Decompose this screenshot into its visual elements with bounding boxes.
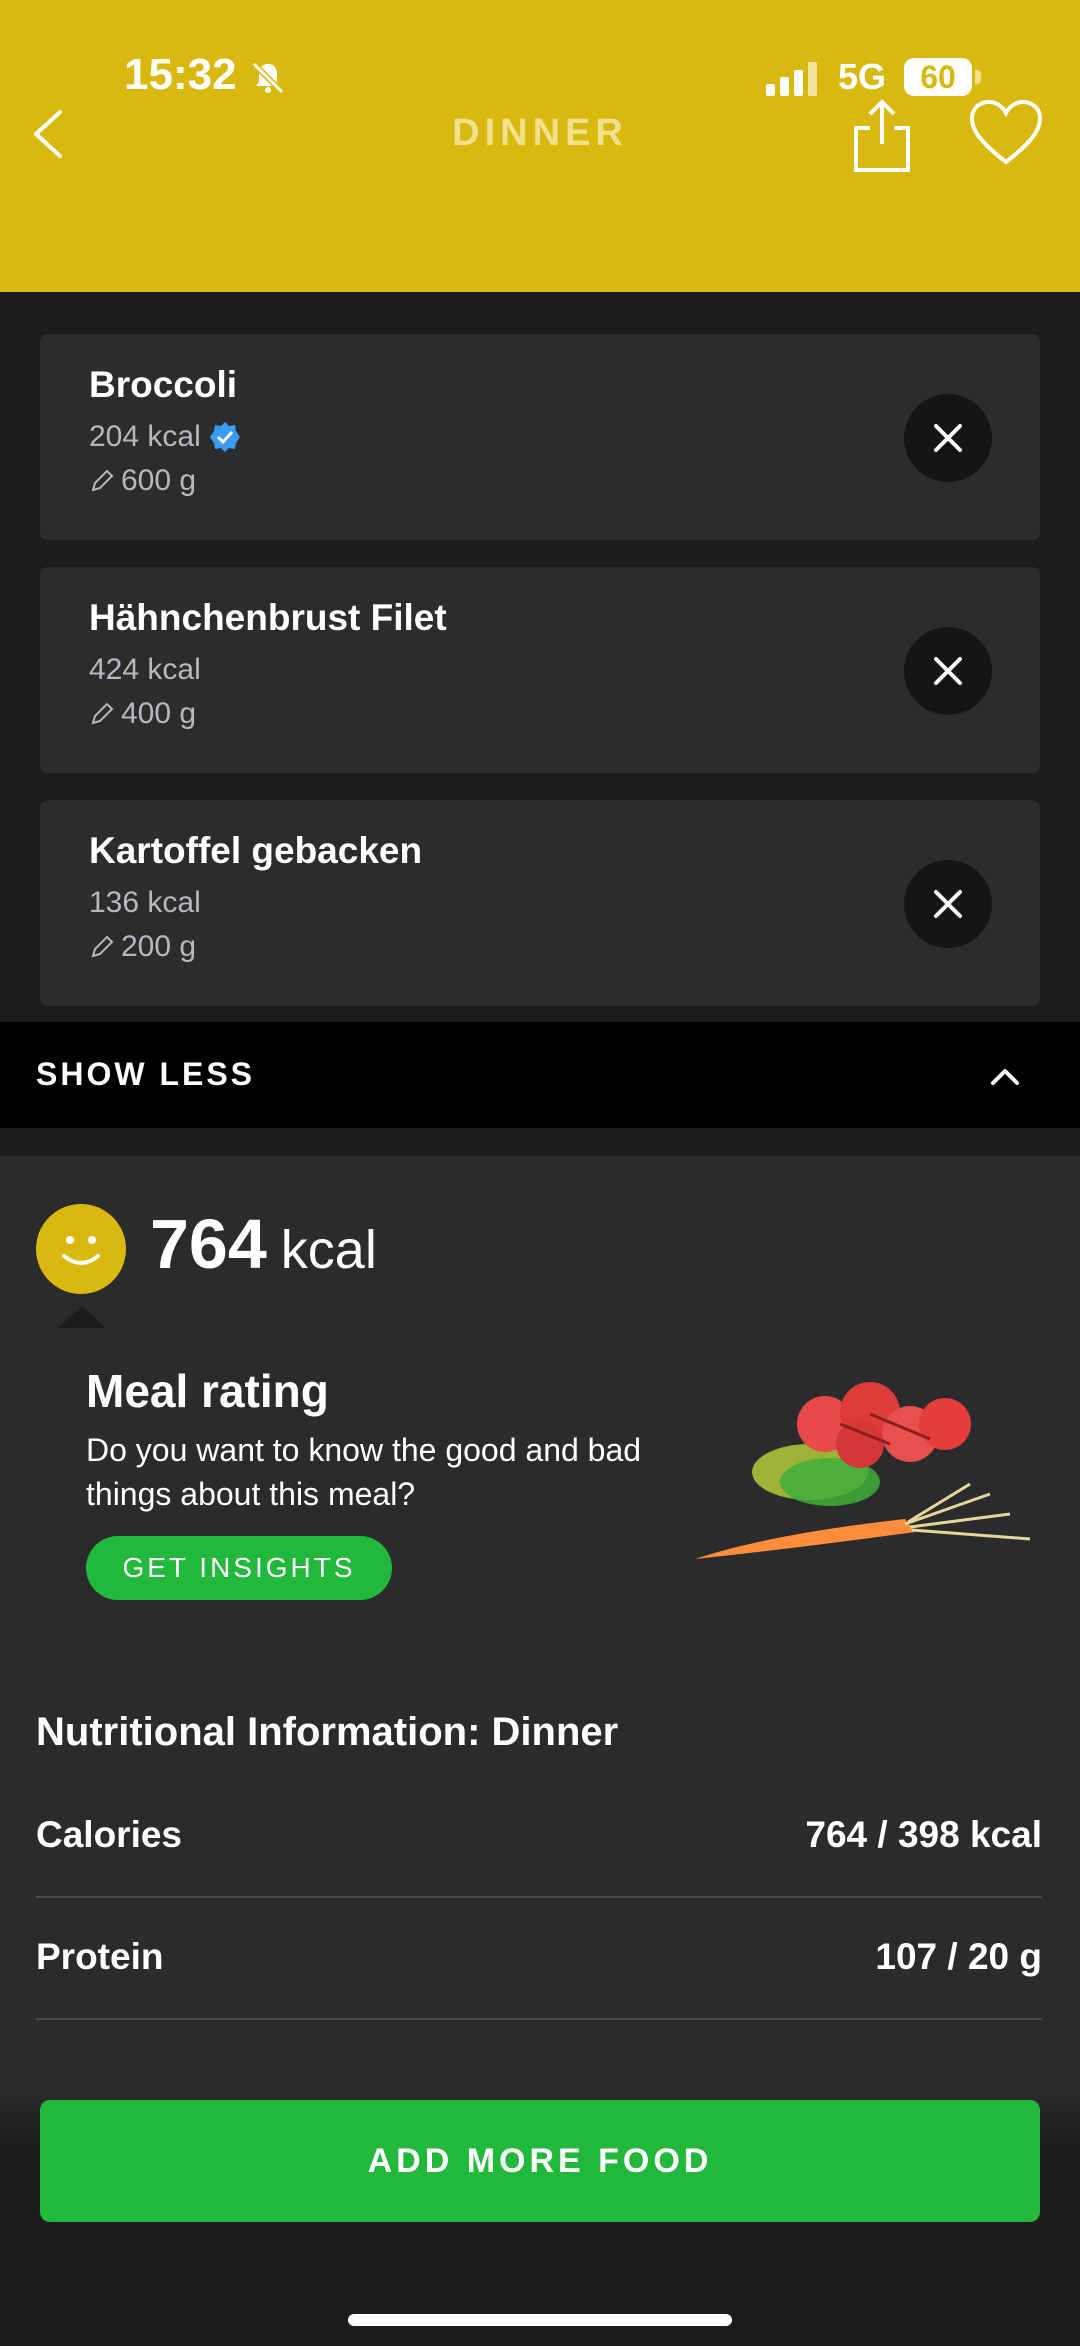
chevron-up-icon: [991, 1069, 1019, 1085]
battery-tip: [975, 70, 981, 84]
bell-muted-icon: [251, 61, 285, 95]
pencil-icon: [91, 469, 114, 492]
food-kcal-row: 136 kcal: [89, 886, 201, 920]
favorite-heart-icon[interactable]: [970, 100, 1042, 166]
nutrition-value: 764 / 398 kcal: [805, 1814, 1042, 1855]
pencil-icon: [91, 702, 114, 725]
nutrition-value: 107 / 20 g: [875, 1936, 1042, 1977]
remove-food-button[interactable]: [904, 394, 992, 482]
remove-food-button[interactable]: [904, 627, 992, 715]
food-item-card[interactable]: Broccoli 204 kcal 600 g: [40, 334, 1040, 540]
food-weight: 400 g: [121, 697, 197, 730]
meal-rating-text: Do you want to know the good and bad thi…: [86, 1432, 642, 1512]
food-name: Kartoffel gebacken: [89, 830, 423, 871]
network-type: 5G: [838, 56, 887, 97]
header: 15:32 5G 60 DINNER: [0, 0, 1080, 292]
pencil-icon: [91, 935, 114, 958]
share-icon[interactable]: [852, 98, 912, 174]
vegetables-illustration: [695, 1382, 1031, 1559]
nutrition-row-protein: Protein 107 / 20 g: [36, 1898, 1042, 2020]
total-kcal-unit: kcal: [280, 1220, 377, 1280]
home-indicator: [348, 2314, 732, 2326]
get-insights-button[interactable]: GET INSIGHTS: [86, 1536, 392, 1600]
nutrition-row-calories: Calories 764 / 398 kcal: [36, 1776, 1042, 1898]
nutrition-label: Protein: [36, 1936, 164, 1977]
food-kcal: 136 kcal: [89, 886, 201, 919]
meal-summary-panel: 764 kcal Meal rating Do you want to know…: [0, 1156, 1080, 2090]
close-icon: [934, 657, 962, 685]
battery-indicator: 60: [904, 58, 972, 96]
food-name: Broccoli: [89, 364, 238, 405]
food-item-card[interactable]: Hähnchenbrust Filet 424 kcal 400 g: [40, 567, 1040, 773]
food-list: Broccoli 204 kcal 600 g Hähnchenbrust Fi…: [0, 292, 1080, 1022]
add-more-food-button[interactable]: ADD MORE FOOD: [40, 2100, 1040, 2222]
food-kcal-row: 204 kcal: [89, 420, 241, 454]
signal-icon: [766, 62, 817, 96]
nutrition-label: Calories: [36, 1814, 183, 1855]
meal-rating-title: Meal rating: [86, 1365, 329, 1417]
smiley-rating-icon: [36, 1204, 126, 1294]
pointer-triangle: [58, 1306, 106, 1328]
food-weight-row[interactable]: 600 g: [89, 464, 196, 498]
show-less-label: SHOW LESS: [36, 1056, 256, 1092]
remove-food-button[interactable]: [904, 860, 992, 948]
nutrition-title: Nutritional Information: Dinner: [36, 1710, 619, 1754]
total-kcal-value: 764: [150, 1205, 267, 1283]
verified-badge-icon: [209, 422, 240, 452]
food-weight-row[interactable]: 400 g: [89, 697, 196, 731]
food-weight-row[interactable]: 200 g: [89, 930, 196, 964]
food-weight: 200 g: [121, 930, 197, 963]
total-kcal: 764 kcal: [150, 1204, 377, 1284]
food-kcal: 424 kcal: [89, 653, 201, 686]
food-name: Hähnchenbrust Filet: [89, 597, 447, 638]
page-title: DINNER: [452, 112, 628, 154]
show-less-toggle[interactable]: SHOW LESS: [0, 1022, 1080, 1128]
status-time: 15:32: [124, 50, 237, 99]
food-kcal: 204 kcal: [89, 420, 201, 453]
close-icon: [934, 890, 962, 918]
close-icon: [934, 424, 962, 452]
food-item-card[interactable]: Kartoffel gebacken 136 kcal 200 g: [40, 800, 1040, 1006]
food-kcal-row: 424 kcal: [89, 653, 201, 687]
food-weight: 600 g: [121, 464, 197, 497]
